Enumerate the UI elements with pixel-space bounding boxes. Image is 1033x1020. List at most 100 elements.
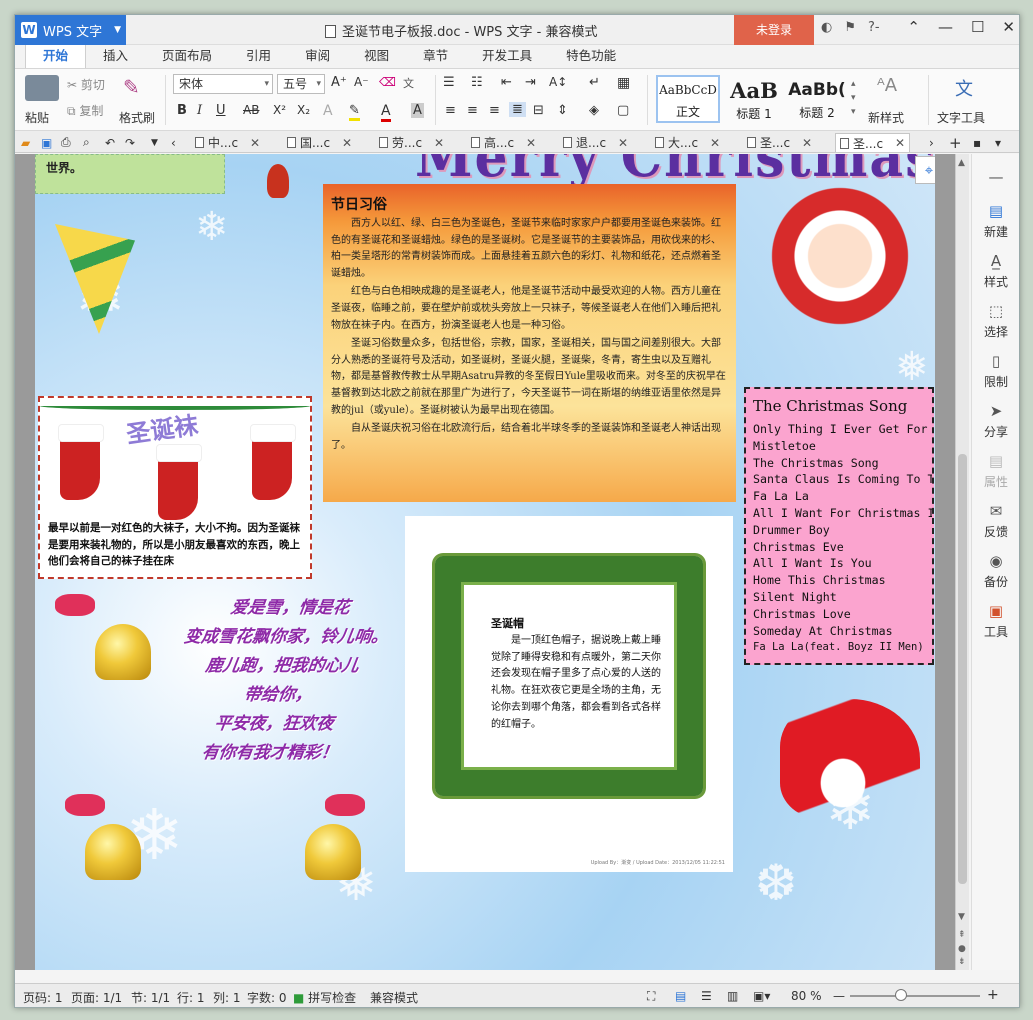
underline-icon[interactable]: U bbox=[216, 103, 226, 118]
tab-page-layout[interactable]: 页面布局 bbox=[145, 41, 229, 68]
location-pin-icon[interactable]: ⌖ bbox=[915, 156, 935, 184]
task-select[interactable]: ⬚ 选择 bbox=[972, 302, 1020, 340]
new-style-button[interactable]: 新样式 bbox=[868, 109, 904, 126]
save-icon[interactable]: ▣ bbox=[41, 133, 52, 152]
close-icon[interactable]: ✕ bbox=[250, 136, 260, 150]
santa-hat-text-box[interactable]: 圣诞帽 是一顶红色帽子，据说晚上戴上睡觉除了睡得安稳和有点暖外，第二天你还会发现… bbox=[405, 516, 733, 872]
undo-icon[interactable]: ↶ bbox=[105, 133, 115, 152]
fullscreen-view-icon[interactable]: ⛶ bbox=[647, 989, 655, 1004]
reading-view-icon[interactable]: ▥ bbox=[727, 989, 738, 1003]
tab-chapter[interactable]: 章节 bbox=[406, 41, 465, 68]
tabs-left-icon[interactable]: ‹ bbox=[171, 133, 176, 152]
shrink-font-icon[interactable]: A⁻ bbox=[354, 75, 369, 89]
open-icon[interactable]: ▰ bbox=[21, 133, 30, 152]
status-page-number[interactable]: 页码: 1 bbox=[23, 989, 63, 1006]
status-section[interactable]: 节: 1/1 bbox=[131, 989, 170, 1006]
char-shading-icon[interactable]: A bbox=[411, 103, 424, 118]
doc-tab[interactable]: 国...c ✕ bbox=[287, 133, 352, 152]
text-tools-icon[interactable]: 文 bbox=[955, 75, 973, 101]
zoom-level[interactable]: 80 % bbox=[791, 989, 822, 1003]
bold-icon[interactable]: B bbox=[177, 103, 187, 118]
border-icon[interactable]: ▢ bbox=[617, 103, 629, 118]
text-effect-icon[interactable]: A bbox=[323, 103, 333, 119]
tabs-right-icon[interactable]: › bbox=[929, 133, 934, 152]
close-icon[interactable]: ✕ bbox=[802, 136, 812, 150]
close-icon[interactable]: ✕ bbox=[710, 136, 720, 150]
scrollbar-thumb[interactable] bbox=[958, 454, 967, 884]
status-word-count[interactable]: 字数: 0 bbox=[247, 989, 287, 1006]
style-scroll-icon[interactable]: ▴ ▾ ▾ bbox=[851, 77, 856, 119]
tab-features[interactable]: 特色功能 bbox=[549, 41, 633, 68]
redo-icon[interactable]: ↷ bbox=[125, 133, 135, 152]
doc-tab[interactable]: 劳...c ✕ bbox=[379, 133, 444, 152]
status-column[interactable]: 列: 1 bbox=[213, 989, 241, 1006]
tab-insert[interactable]: 插入 bbox=[86, 41, 145, 68]
align-right-icon[interactable]: ≡ bbox=[489, 103, 500, 118]
close-icon[interactable]: ✕ bbox=[526, 136, 536, 150]
close-icon[interactable]: ✕ bbox=[434, 136, 444, 150]
task-backup[interactable]: ◉ 备份 bbox=[972, 552, 1020, 590]
phonetic-icon[interactable]: 文 bbox=[403, 75, 414, 91]
align-center-icon[interactable]: ≡ bbox=[467, 103, 478, 118]
shading-icon[interactable]: ◈ bbox=[589, 103, 599, 118]
doc-tab[interactable]: 中...c ✕ bbox=[195, 133, 260, 152]
table-border-icon[interactable]: ▦ bbox=[617, 75, 630, 91]
tab-references[interactable]: 引用 bbox=[229, 41, 288, 68]
app-menu-button[interactable]: W WPS 文字 ▼ bbox=[15, 15, 126, 45]
font-name-select[interactable]: 宋体 bbox=[173, 74, 273, 94]
close-icon[interactable]: ✕ bbox=[342, 136, 352, 150]
vertical-scrollbar[interactable]: ▲ ▼ ⇞ ● ⇟ bbox=[955, 154, 969, 970]
distribute-icon[interactable]: ⊟ bbox=[533, 103, 544, 118]
zoom-in-icon[interactable]: + bbox=[987, 987, 999, 1003]
paste-icon[interactable] bbox=[25, 75, 59, 101]
stockings-text-box[interactable]: 圣诞袜 最早以前是一对红色的大袜子，大小不拘。因为圣诞袜是要用来装礼物的，所以是… bbox=[38, 396, 312, 579]
print-preview-icon[interactable]: ⌕ bbox=[83, 133, 90, 152]
task-properties[interactable]: ▤ 属性 bbox=[972, 452, 1020, 490]
select-browse-icon[interactable]: ● bbox=[958, 944, 966, 954]
close-icon[interactable]: ✕ bbox=[1002, 18, 1015, 36]
align-left-icon[interactable]: ≡ bbox=[445, 103, 456, 118]
tab-list-icon[interactable]: ▪ bbox=[973, 133, 981, 152]
strikethrough-icon[interactable]: AB bbox=[243, 103, 259, 117]
justify-icon[interactable]: ≣ bbox=[509, 102, 526, 117]
task-tools[interactable]: ▣ 工具 bbox=[972, 602, 1020, 640]
close-icon[interactable]: ✕ bbox=[618, 136, 628, 150]
skin-icon[interactable]: ◐ bbox=[821, 20, 832, 35]
superscript-icon[interactable]: X² bbox=[273, 103, 286, 117]
format-painter-icon[interactable]: ✎ bbox=[123, 75, 147, 101]
doc-tab[interactable]: 大...c ✕ bbox=[655, 133, 720, 152]
tab-view[interactable]: 视图 bbox=[347, 41, 406, 68]
doc-tab[interactable]: 圣...c ✕ bbox=[747, 133, 812, 152]
status-pages[interactable]: 页面: 1/1 bbox=[71, 989, 122, 1006]
task-feedback[interactable]: ✉ 反馈 bbox=[972, 502, 1020, 540]
chevron-down-icon[interactable]: ▼ bbox=[958, 912, 965, 922]
task-new[interactable]: ▤ 新建 bbox=[972, 202, 1020, 240]
style-heading-2[interactable]: AaBb( 标题 2 bbox=[786, 75, 848, 123]
doc-tab[interactable]: 高...c ✕ bbox=[471, 133, 536, 152]
font-color-icon[interactable]: A bbox=[381, 103, 391, 122]
numbering-icon[interactable]: ☷ bbox=[471, 75, 483, 90]
text-tools-button[interactable]: 文字工具 bbox=[937, 109, 985, 126]
minimize-icon[interactable]: — bbox=[938, 18, 953, 36]
show-marks-icon[interactable]: ↵ bbox=[589, 75, 600, 90]
new-tab-icon[interactable]: + bbox=[949, 133, 962, 152]
help-icon[interactable]: ?- bbox=[868, 20, 880, 35]
page-view-icon[interactable]: ▤ bbox=[675, 989, 686, 1003]
grow-font-icon[interactable]: A⁺ bbox=[331, 75, 347, 90]
tab-developer[interactable]: 开发工具 bbox=[465, 41, 549, 68]
shirt-icon[interactable]: ⚑ bbox=[844, 20, 856, 35]
print-icon[interactable]: ⎙ bbox=[61, 133, 71, 152]
tab-review[interactable]: 审阅 bbox=[288, 41, 347, 68]
zoom-slider-handle[interactable] bbox=[895, 989, 907, 1001]
customize-icon[interactable]: ▼ bbox=[151, 133, 158, 152]
songs-text-box[interactable]: The Christmas Song Only Thing I Ever Get… bbox=[744, 387, 934, 665]
zoom-out-icon[interactable]: — bbox=[833, 989, 845, 1003]
clear-format-icon[interactable]: ⌫ bbox=[379, 75, 396, 89]
sort-icon[interactable]: A↕ bbox=[549, 75, 567, 89]
line-spacing-icon[interactable]: ⇕ bbox=[557, 103, 568, 118]
style-heading-1[interactable]: AaB 标题 1 bbox=[724, 75, 784, 123]
italic-icon[interactable]: I bbox=[197, 103, 202, 118]
outline-view-icon[interactable]: ☰ bbox=[701, 989, 712, 1003]
paste-button[interactable]: 粘贴 bbox=[25, 109, 49, 126]
task-pane-collapse[interactable]: — bbox=[972, 168, 1020, 189]
